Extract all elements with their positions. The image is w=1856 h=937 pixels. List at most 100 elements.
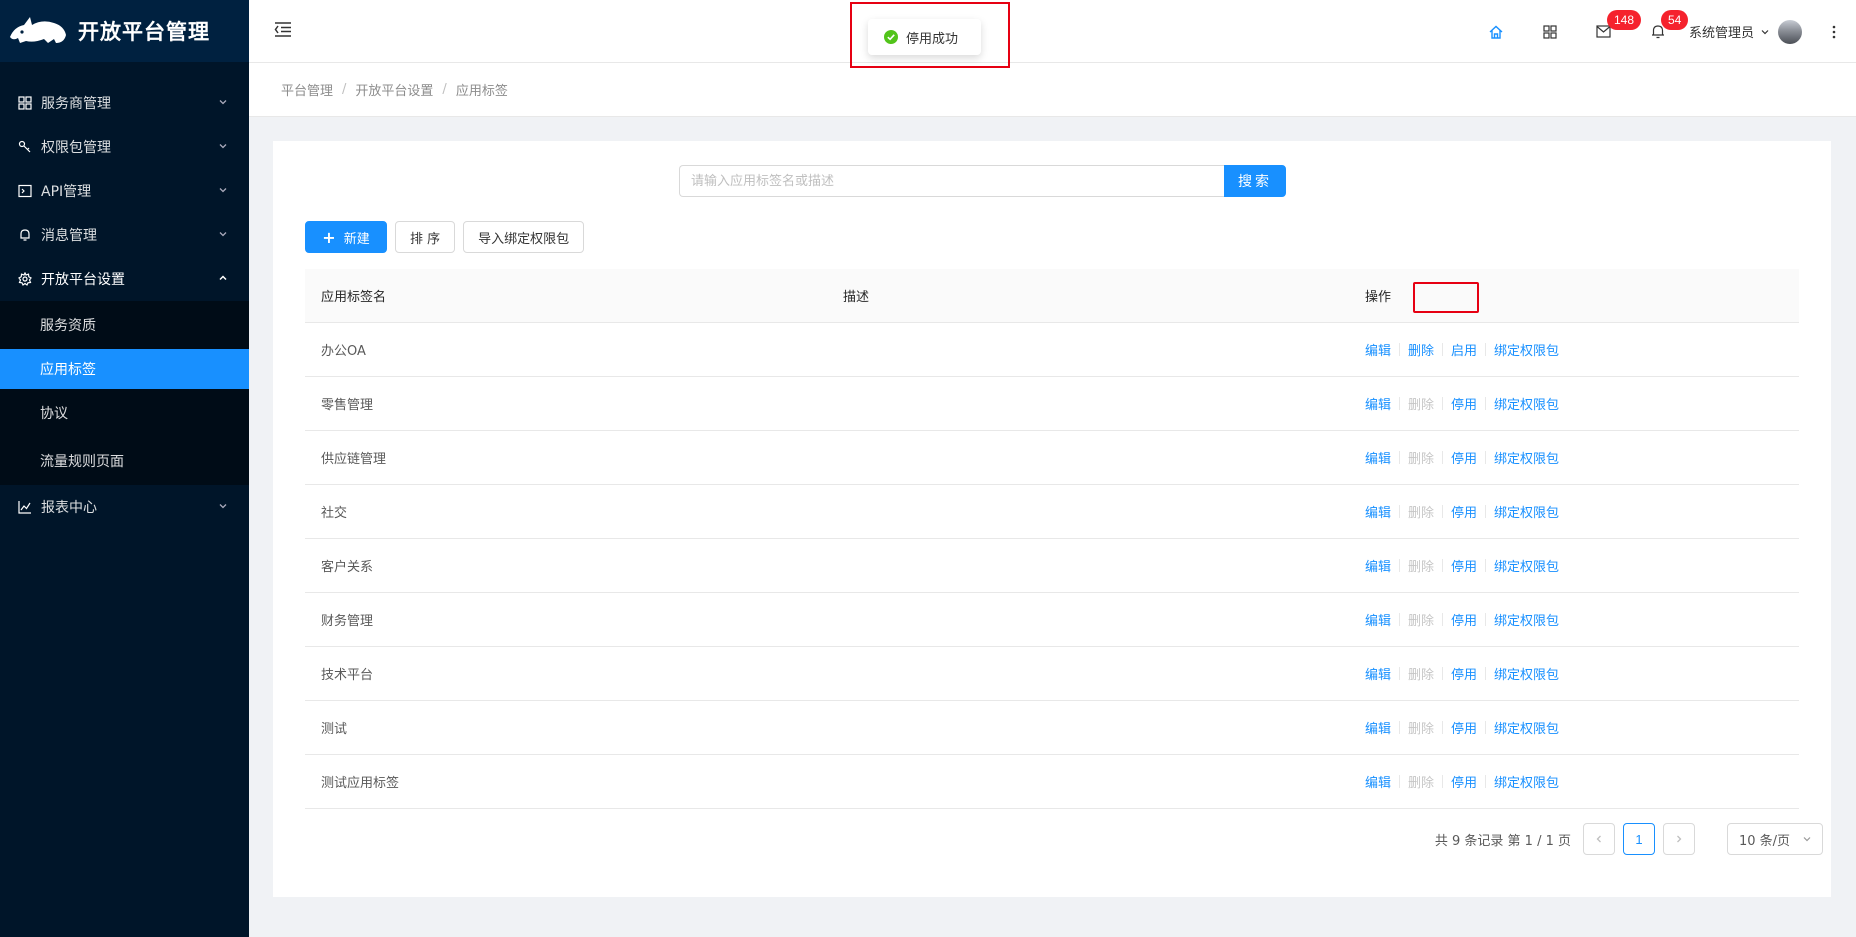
edit-link[interactable]: 编辑 — [1365, 610, 1391, 629]
bind-permission-link[interactable]: 绑定权限包 — [1494, 610, 1559, 629]
bind-permission-link[interactable]: 绑定权限包 — [1494, 718, 1559, 737]
submenu-item-traffic-rules[interactable]: 流量规则页面 — [0, 437, 249, 485]
breadcrumb-item[interactable]: 开放平台设置 — [355, 80, 433, 99]
menu-item-provider-management[interactable]: 服务商管理 — [0, 81, 249, 125]
menu-item-report-center[interactable]: 报表中心 — [0, 485, 249, 529]
submenu-item-agreement[interactable]: 协议 — [0, 389, 249, 437]
page-size-select[interactable]: 10 条/页 — [1727, 823, 1823, 855]
table-body: 办公OA 编辑 删除 启用 绑定权限包 零售管理 编辑 删除 停用 绑定权限包 供应链管理 编辑 删除停… — [305, 323, 1799, 809]
toggle-status-link[interactable]: 停用 — [1451, 556, 1477, 575]
edit-link[interactable]: 编辑 — [1365, 448, 1391, 467]
home-button[interactable] — [1469, 0, 1523, 63]
breadcrumb: 平台管理 / 开放平台设置 / 应用标签 — [249, 63, 1856, 117]
bind-permission-link[interactable]: 绑定权限包 — [1494, 556, 1559, 575]
bind-permission-link[interactable]: 绑定权限包 — [1494, 664, 1559, 683]
bind-permission-link[interactable]: 绑定权限包 — [1494, 340, 1559, 359]
menu-item-api-management[interactable]: API管理 — [0, 169, 249, 213]
action-divider — [1399, 505, 1401, 518]
edit-link[interactable]: 编辑 — [1365, 718, 1391, 737]
cell-tag-name: 财务管理 — [321, 614, 374, 629]
delete-link: 删除 — [1408, 614, 1435, 629]
toggle-status-link[interactable]: 停用 — [1451, 610, 1477, 629]
breadcrumb-item[interactable]: 平台管理 — [281, 80, 333, 99]
column-header-actions: 操作 — [1365, 290, 1392, 305]
search-button[interactable]: 搜索 — [1224, 165, 1286, 197]
delete-link: 删除 — [1408, 560, 1435, 575]
delete-link: 删除 — [1408, 776, 1435, 791]
bind-permission-link[interactable]: 绑定权限包 — [1494, 394, 1559, 413]
edit-link[interactable]: 编辑 — [1365, 340, 1391, 359]
action-divider — [1442, 721, 1444, 734]
bind-permission-link[interactable]: 绑定权限包 — [1494, 772, 1559, 791]
action-divider — [1442, 505, 1444, 518]
toggle-status-link[interactable]: 停用 — [1451, 394, 1477, 413]
chevron-down-icon — [219, 100, 227, 105]
sort-button[interactable]: 排 序 — [395, 221, 456, 253]
table-row: 零售管理 编辑 删除 停用 绑定权限包 — [305, 377, 1799, 431]
action-divider — [1485, 559, 1487, 572]
cell-actions: 编辑 删除 停用 绑定权限包 — [1349, 610, 1799, 629]
edit-link[interactable]: 编辑 — [1365, 556, 1391, 575]
submenu-item-service-qualification[interactable]: 服务资质 — [0, 301, 249, 349]
toast-message: 停用成功 — [906, 31, 959, 47]
bind-permission-link[interactable]: 绑定权限包 — [1494, 448, 1559, 467]
import-bind-button[interactable]: 导入绑定权限包 — [463, 221, 585, 253]
bind-permission-link[interactable]: 绑定权限包 — [1494, 502, 1559, 521]
toggle-status-link[interactable]: 启用 — [1451, 340, 1477, 359]
action-divider — [1399, 667, 1401, 680]
next-page-button[interactable] — [1663, 823, 1695, 855]
header-actions: 148 54 系统管理员 — [1469, 0, 1856, 63]
page-size-value: 10 条/页 — [1739, 833, 1791, 849]
rhino-logo-icon — [10, 17, 66, 43]
toggle-status-link[interactable]: 停用 — [1451, 772, 1477, 791]
appstore-icon — [1543, 24, 1557, 39]
prev-page-button[interactable] — [1583, 823, 1615, 855]
menu-item-permission-package[interactable]: 权限包管理 — [0, 125, 249, 169]
logo[interactable]: 开放平台管理 — [0, 0, 249, 62]
delete-link[interactable]: 删除 — [1408, 340, 1434, 359]
apps-button[interactable] — [1523, 0, 1577, 63]
edit-link[interactable]: 编辑 — [1365, 502, 1391, 521]
sidebar: 开放平台管理 服务商管理 权限包管理 API管理 消息管理 开放平台设置 服务资… — [0, 0, 249, 937]
toggle-status-link[interactable]: 停用 — [1451, 718, 1477, 737]
action-divider — [1442, 343, 1444, 356]
action-divider — [1485, 451, 1487, 464]
more-button[interactable] — [1812, 0, 1856, 63]
menu-item-platform-settings[interactable]: 开放平台设置 — [0, 257, 249, 301]
cell-tag-name: 客户关系 — [321, 560, 374, 575]
submenu-item-app-tags[interactable]: 应用标签 — [0, 349, 249, 389]
notification-button[interactable]: 54 — [1631, 0, 1689, 63]
action-divider — [1399, 451, 1401, 464]
bell-icon — [18, 228, 32, 242]
key-icon — [18, 140, 32, 154]
avatar — [1778, 19, 1802, 44]
breadcrumb-separator: / — [442, 82, 447, 97]
table-header: 应用标签名 描述 操作 — [305, 269, 1799, 323]
chevron-down-icon — [219, 144, 227, 149]
success-toast: 停用成功 — [868, 19, 981, 55]
menu-item-message-management[interactable]: 消息管理 — [0, 213, 249, 257]
page-button-current[interactable]: 1 — [1623, 823, 1655, 855]
action-divider — [1399, 343, 1401, 356]
more-vertical-icon — [1832, 25, 1836, 38]
breadcrumb-current: 应用标签 — [455, 84, 508, 99]
action-divider — [1485, 397, 1487, 410]
action-divider — [1485, 505, 1487, 518]
new-button[interactable]: + 新建 — [305, 221, 387, 253]
mail-button[interactable]: 148 — [1577, 0, 1642, 63]
edit-link[interactable]: 编辑 — [1365, 394, 1391, 413]
edit-link[interactable]: 编辑 — [1365, 772, 1391, 791]
toggle-status-link[interactable]: 停用 — [1451, 448, 1477, 467]
edit-link[interactable]: 编辑 — [1365, 664, 1391, 683]
toggle-status-link[interactable]: 停用 — [1451, 664, 1477, 683]
menu-fold-icon[interactable] — [273, 19, 293, 39]
column-header-description: 描述 — [843, 290, 870, 305]
cell-tag-name: 测试应用标签 — [321, 776, 400, 791]
user-menu[interactable]: 系统管理员 — [1685, 0, 1812, 63]
toggle-status-link[interactable]: 停用 — [1451, 502, 1477, 521]
search-input[interactable] — [679, 165, 1224, 197]
table-row: 财务管理 编辑 删除 停用 绑定权限包 — [305, 593, 1799, 647]
column-header-name: 应用标签名 — [321, 290, 387, 305]
sidebar-menu: 服务商管理 权限包管理 API管理 消息管理 开放平台设置 — [0, 62, 249, 301]
app-title: 开放平台管理 — [78, 20, 210, 44]
